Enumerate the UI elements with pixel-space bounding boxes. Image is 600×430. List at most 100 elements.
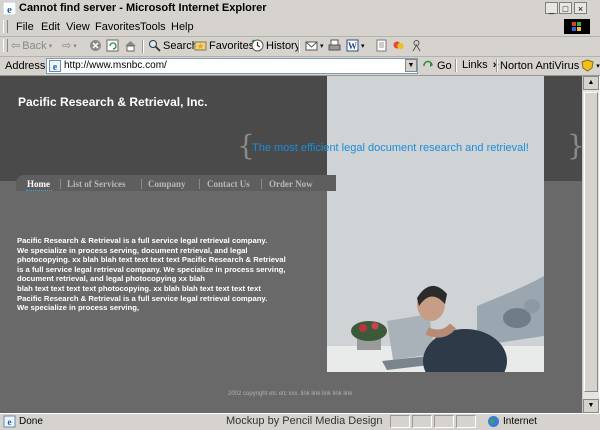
svg-text:e: e <box>7 4 12 15</box>
edit-dropdown-icon: ▾ <box>361 42 365 50</box>
intro-line: is a full service legal retrieval compan… <box>17 264 286 274</box>
site-tagline: The most efficient legal document resear… <box>252 142 529 154</box>
print-button[interactable] <box>328 39 341 52</box>
search-label: Search <box>163 39 198 52</box>
nav-contact-us[interactable]: Contact Us <box>207 179 250 189</box>
mail-button[interactable]: ▾ <box>305 39 324 52</box>
mail-icon <box>305 41 318 51</box>
links-button[interactable]: Links » <box>462 59 499 71</box>
toolbar-grip[interactable] <box>3 39 8 52</box>
title-bar: e Cannot find server - Microsoft Interne… <box>0 0 600 19</box>
ie-logo-icon: e <box>3 2 16 15</box>
search-button[interactable]: Search <box>148 39 198 52</box>
nav-order-now[interactable]: Order Now <box>269 179 313 189</box>
home-button[interactable] <box>124 39 137 52</box>
menu-grip[interactable] <box>3 20 8 33</box>
back-button[interactable]: ⇦ Back ▾ <box>11 39 53 53</box>
refresh-button[interactable] <box>106 39 119 52</box>
svg-text:e: e <box>53 62 58 72</box>
go-label: Go <box>437 59 452 72</box>
mockup-credit: Mockup by Pencil Media Design <box>226 415 383 427</box>
refresh-icon <box>106 39 119 52</box>
forward-arrow-icon: ⇨ <box>62 40 72 52</box>
links-label: Links <box>462 59 488 71</box>
stop-button[interactable] <box>89 39 102 52</box>
norton-antivirus-button[interactable]: Norton AntiVirus ▾ <box>500 59 600 72</box>
nav-list-of-services[interactable]: List of Services <box>67 179 126 189</box>
status-pane <box>412 415 432 428</box>
page-done-icon: e <box>3 415 16 428</box>
menu-edit[interactable]: Edit <box>41 21 60 33</box>
minimize-button[interactable]: _ <box>545 2 558 14</box>
intro-paragraph: Pacific Research & Retrieval is a full s… <box>17 236 322 313</box>
intro-line: document retrieval, and legal photocopyi… <box>17 274 205 284</box>
scroll-thumb[interactable] <box>584 92 598 392</box>
menu-tools[interactable]: Tools <box>140 21 166 33</box>
browser-window: e Cannot find server - Microsoft Interne… <box>0 0 600 430</box>
favorites-folder-icon <box>194 41 207 51</box>
favorites-button[interactable]: Favorites <box>194 39 254 52</box>
security-zone: Internet <box>487 415 537 428</box>
tagline-brace-close: } <box>567 132 582 160</box>
address-separator <box>455 59 457 72</box>
menu-view[interactable]: View <box>66 21 90 33</box>
stop-icon <box>90 40 101 51</box>
nav-home-underline <box>26 190 52 191</box>
status-done: e Done <box>3 415 43 428</box>
toolbar-separator <box>298 40 300 53</box>
history-button[interactable]: History <box>251 39 300 52</box>
intro-line: Pacific Research & Retrieval is a full s… <box>17 236 268 245</box>
research-icon <box>412 40 421 52</box>
discuss-button[interactable] <box>375 39 388 52</box>
forward-dropdown-icon: ▾ <box>73 42 77 50</box>
history-icon <box>251 39 264 52</box>
history-label: History <box>266 39 301 52</box>
discuss-icon <box>376 39 387 52</box>
intro-line: blah text text text text photocopying. x… <box>17 283 261 293</box>
status-pane <box>390 415 410 428</box>
norton-shield-icon <box>581 59 594 72</box>
hero-photo <box>327 76 544 372</box>
go-button[interactable]: Go <box>422 59 452 72</box>
toolbar-separator <box>142 40 144 53</box>
menu-help[interactable]: Help <box>171 21 194 33</box>
nav-separator <box>261 179 262 189</box>
menu-bar: File Edit View Favorites Tools Help <box>0 18 600 37</box>
home-icon <box>125 41 136 52</box>
forward-button[interactable]: ⇨ ▾ <box>62 39 77 52</box>
research-button[interactable] <box>410 39 423 52</box>
address-input[interactable]: e http://www.msnbc.com/ <box>46 58 418 74</box>
back-dropdown-icon: ▾ <box>48 42 53 50</box>
back-label: Back <box>22 39 47 52</box>
vertical-scrollbar[interactable]: ▲ ▼ <box>582 76 599 413</box>
nav-company[interactable]: Company <box>148 179 186 189</box>
edit-word-button[interactable]: W ▾ <box>346 39 365 52</box>
address-dropdown-button[interactable]: ▼ <box>405 59 417 72</box>
zone-label: Internet <box>503 416 537 427</box>
mail-dropdown-icon: ▾ <box>320 42 324 50</box>
word-icon: W <box>346 39 359 52</box>
status-text: Done <box>19 416 43 427</box>
restore-button[interactable]: □ <box>559 2 572 14</box>
norton-dropdown-icon: ▾ <box>596 62 600 70</box>
search-icon <box>149 40 161 52</box>
address-url: http://www.msnbc.com/ <box>64 60 167 71</box>
intro-line: We specialize in process serving, docume… <box>17 245 248 255</box>
intro-line: photocopying. xx blah blah text text tex… <box>17 255 286 265</box>
globe-icon <box>488 416 499 427</box>
intro-line: We specialize in process serving, <box>17 303 140 313</box>
go-arrow-icon <box>423 60 433 67</box>
address-separator <box>496 59 498 72</box>
site-footer: 2002 copyright etc etc xxx. link link li… <box>228 391 353 397</box>
nav-home[interactable]: Home <box>27 179 50 189</box>
scroll-up-button[interactable]: ▲ <box>583 76 599 90</box>
menu-favorites[interactable]: Favorites <box>95 21 140 33</box>
messenger-button[interactable] <box>392 39 405 52</box>
back-arrow-icon: ⇦ <box>11 40 21 52</box>
close-button[interactable]: × <box>574 2 587 14</box>
window-title: Cannot find server - Microsoft Internet … <box>19 2 267 14</box>
address-label: Address <box>5 60 46 72</box>
menu-file[interactable]: File <box>16 21 34 33</box>
scroll-down-button[interactable]: ▼ <box>583 399 599 413</box>
site-title: Pacific Research & Retrieval, Inc. <box>18 95 208 109</box>
